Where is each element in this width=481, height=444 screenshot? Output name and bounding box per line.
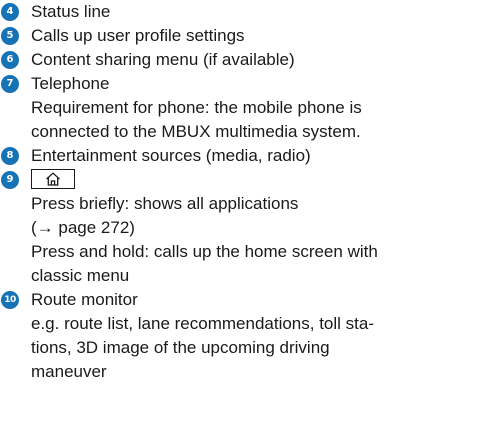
legend-item-home-button: 9 Press briefly: shows all applications … — [0, 168, 481, 288]
legend-item-status-line: 4 Status line — [0, 0, 481, 24]
legend-item-title — [31, 168, 481, 192]
legend-item-title: Status line — [31, 2, 111, 21]
legend-item-title: Telephone — [31, 74, 110, 93]
legend-item-title: Content sharing menu (if available) — [31, 50, 295, 69]
page-reference: (→ page 272) — [31, 218, 135, 237]
legend-item-detail: Press and hold: calls up the home screen… — [31, 242, 378, 261]
legend-item-detail: Requirement for phone: the mobile phone … — [31, 98, 362, 117]
legend-item-title: Entertainment sources (media, radio) — [31, 146, 311, 165]
legend-item-title: Route monitor — [31, 290, 138, 309]
legend-item-detail: maneuver — [31, 362, 107, 381]
home-key-icon — [31, 169, 75, 189]
legend-item-detail: connected to the MBUX multimedia system. — [31, 122, 361, 141]
callout-number-badge: 8 — [1, 147, 19, 165]
legend-item-user-profile: 5 Calls up user profile settings — [0, 24, 481, 48]
legend-item-route-monitor: 10 Route monitor e.g. route list, lane r… — [0, 288, 481, 384]
legend-item-entertainment: 8 Entertainment sources (media, radio) — [0, 144, 481, 168]
legend-item-detail: e.g. route list, lane recommendations, t… — [31, 314, 374, 333]
callout-legend: 4 Status line 5 Calls up user profile se… — [0, 0, 481, 384]
legend-item-detail: classic menu — [31, 266, 130, 285]
callout-number-badge: 6 — [1, 51, 19, 69]
legend-item-detail: tions, 3D image of the upcoming driving — [31, 338, 330, 357]
legend-item-telephone: 7 Telephone Requirement for phone: the m… — [0, 72, 481, 144]
legend-item-title: Calls up user profile settings — [31, 26, 245, 45]
house-icon — [46, 172, 60, 186]
legend-item-detail: Press briefly: shows all applications — [31, 194, 299, 213]
callout-number-badge: 9 — [1, 171, 19, 189]
callout-number-badge: 10 — [1, 291, 19, 309]
callout-number-badge: 7 — [1, 75, 19, 93]
callout-number-badge: 4 — [1, 3, 19, 21]
legend-item-content-sharing: 6 Content sharing menu (if available) — [0, 48, 481, 72]
callout-number-badge: 5 — [1, 27, 19, 45]
